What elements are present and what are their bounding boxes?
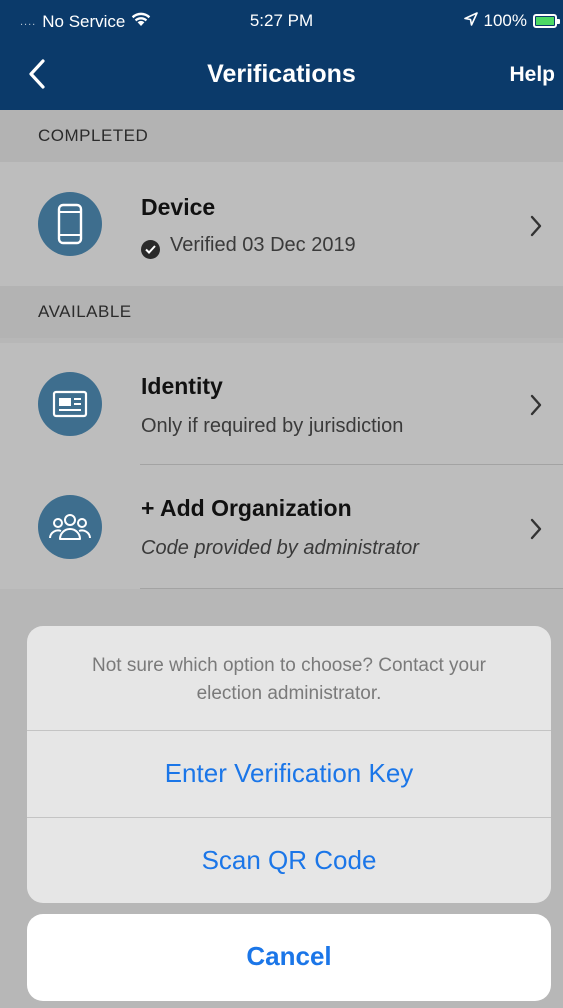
help-button[interactable]: Help <box>509 63 555 87</box>
status-bar: .... No Service 5:27 PM 100% <box>0 0 563 42</box>
group-icon <box>38 495 102 559</box>
section-header-available: AVAILABLE <box>0 286 563 338</box>
nav-bar: Verifications Help <box>0 42 563 110</box>
check-circle-icon <box>141 240 160 259</box>
enter-verification-key-button[interactable]: Enter Verification Key <box>27 731 551 817</box>
identity-subtitle: Only if required by jurisdiction <box>141 415 404 437</box>
list-item-identity[interactable]: Identity Only if required by jurisdictio… <box>0 343 563 465</box>
add-organization-subtitle: Code provided by administrator <box>141 537 419 559</box>
row-divider <box>140 588 563 589</box>
id-card-icon <box>38 372 102 436</box>
section-header-completed: COMPLETED <box>0 110 563 162</box>
screen: .... No Service 5:27 PM 100% Verificatio… <box>0 0 563 1008</box>
battery-percent: 100% <box>483 11 527 30</box>
chevron-right-icon <box>530 518 542 540</box>
phone-icon <box>38 192 102 256</box>
device-title: Device <box>141 194 216 220</box>
chevron-right-icon <box>530 215 542 237</box>
cancel-button[interactable]: Cancel <box>27 914 551 1001</box>
device-status-text: Verified 03 Dec 2019 <box>170 234 356 256</box>
list-item-device[interactable]: Device Verified 03 Dec 2019 <box>0 162 563 286</box>
identity-title: Identity <box>141 373 223 399</box>
page-title: Verifications <box>207 60 356 88</box>
top-bar: .... No Service 5:27 PM 100% Verificatio… <box>0 0 563 110</box>
action-sheet: Not sure which option to choose? Contact… <box>27 626 551 903</box>
location-arrow-icon <box>463 11 478 31</box>
status-right: 100% <box>463 11 560 31</box>
device-status: Verified 03 Dec 2019 <box>141 234 356 259</box>
add-organization-title: + Add Organization <box>141 495 352 521</box>
scan-qr-code-button[interactable]: Scan QR Code <box>27 818 551 903</box>
list-item-add-organization[interactable]: + Add Organization Code provided by admi… <box>0 465 563 589</box>
action-sheet-message: Not sure which option to choose? Contact… <box>92 655 486 704</box>
battery-charging-icon <box>533 14 560 28</box>
chevron-right-icon <box>530 394 542 416</box>
